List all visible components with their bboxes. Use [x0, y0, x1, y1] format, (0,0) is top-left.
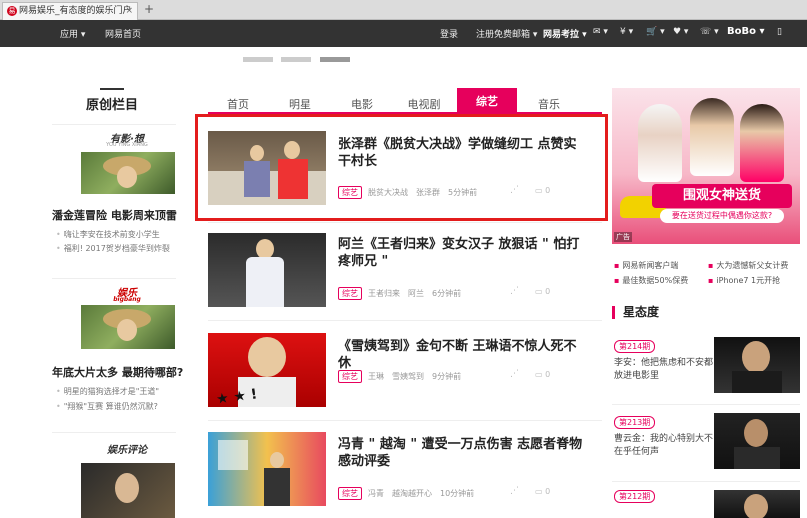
original-columns-title: 原创栏目	[85, 98, 138, 113]
column-link[interactable]: 嗨让李安在技术前变小学生	[56, 229, 160, 240]
divider	[208, 320, 602, 321]
tab-variety-active[interactable]: 综艺	[457, 88, 517, 114]
article-thumbnail[interactable]: ★ ★ !	[208, 333, 326, 407]
nav-login-link[interactable]: 登录	[440, 27, 458, 40]
netease-favicon-icon: 易	[7, 6, 17, 16]
column-thumbnail[interactable]	[81, 305, 175, 349]
article-meta: 综艺 冯青 越淘越开心 10分钟前	[338, 487, 482, 500]
divider	[52, 124, 176, 125]
close-tab-icon[interactable]: ×	[125, 3, 133, 19]
category-tabs: 首页 明星 电影 电视剧 综艺 音乐	[208, 88, 602, 114]
new-tab-button[interactable]: +	[142, 3, 156, 17]
advertisement-banner[interactable]: 围观女神送货 要在送货过程中偶遇你这款? 广告	[612, 88, 800, 244]
ad-model-image	[740, 104, 784, 182]
ad-subline: 要在送货过程中偶遇你这款?	[660, 209, 784, 223]
tab-home[interactable]: 首页	[208, 96, 268, 112]
article-thumbnail[interactable]	[208, 432, 326, 506]
meta-keyword[interactable]: 王者归来	[368, 289, 400, 298]
article-title[interactable]: 阿兰《王者归来》变女汉子 放狠话 " 怕打疼师兄 "	[338, 236, 588, 270]
top-nav-bar: 应用 ▾ 网易首页 登录 注册免费邮箱 ▾ 网易考拉 ▾ ✉ ▾ ¥ ▾ 🛒 ▾…	[0, 20, 807, 47]
meta-time: 9分钟前	[432, 372, 462, 381]
share-icon[interactable]: ⋰	[510, 369, 519, 379]
mobile-icon[interactable]: ▯	[777, 27, 782, 37]
nav-kaola-menu[interactable]: 网易考拉 ▾	[543, 27, 587, 40]
right-link[interactable]: iPhone7 1元开抢	[708, 275, 780, 286]
right-link[interactable]: 大为遗憾斩父女计费	[708, 260, 788, 271]
yen-icon[interactable]: ¥ ▾	[620, 27, 633, 37]
tab-stars[interactable]: 明星	[270, 96, 330, 112]
issue-badge: 第214期	[614, 340, 656, 353]
column-link[interactable]: "翔猴"互赛 算谁仍然沉默?	[56, 401, 158, 412]
nav-apps-menu[interactable]: 应用 ▾	[60, 27, 85, 40]
meta-keyword[interactable]: 阿兰	[408, 289, 424, 298]
meta-time: 10分钟前	[440, 489, 475, 498]
issue-badge: 第213期	[614, 416, 656, 429]
column-headline[interactable]: 潘金莲冒险 电影周来顶雷	[52, 207, 177, 223]
yule-pinglun-logo: 娱乐评论	[107, 445, 147, 456]
share-icon[interactable]: ⋰	[510, 286, 519, 296]
browser-tab[interactable]: 易 网易娱乐_有态度的娱乐门户 ×	[2, 2, 138, 20]
meta-keyword[interactable]: 越淘越开心	[392, 489, 432, 498]
nav-netease-home-link[interactable]: 网易首页	[105, 27, 141, 40]
browser-tab-bar: 易 网易娱乐_有态度的娱乐门户 × +	[0, 0, 807, 20]
comment-count[interactable]: ▭ 0	[535, 287, 550, 296]
column-thumbnail[interactable]	[81, 463, 175, 518]
nav-bobo-menu[interactable]: BoBo ▾	[727, 26, 765, 37]
divider	[612, 404, 800, 405]
column-title-line	[100, 88, 124, 90]
issue-thumbnail[interactable]	[714, 490, 800, 518]
right-link[interactable]: 网易新闻客户端	[614, 260, 678, 271]
nav-register-mail-link[interactable]: 注册免费邮箱 ▾	[476, 27, 537, 40]
cart-icon[interactable]: 🛒 ▾	[646, 27, 665, 37]
slider-dot-2[interactable]	[281, 57, 311, 62]
slider-dot-1[interactable]	[243, 57, 273, 62]
issue-thumbnail[interactable]	[714, 413, 800, 469]
issue-text[interactable]: 曹云金：我的心特别大不在乎任何声	[614, 433, 714, 459]
tab-movies[interactable]: 电影	[332, 96, 392, 112]
divider	[612, 481, 800, 482]
heart-icon[interactable]: ♥ ▾	[673, 27, 688, 37]
highlight-box	[195, 114, 608, 221]
column-thumbnail[interactable]	[81, 152, 175, 194]
article-meta: 综艺 王者归来 阿兰 6分钟前	[338, 287, 469, 300]
tab-tv-series[interactable]: 电视剧	[394, 96, 454, 112]
article-title[interactable]: 《雪姨驾到》金句不断 王琳语不惊人死不休	[338, 338, 588, 372]
article-title[interactable]: 冯青 " 越淘 " 遭受一万点伤害 志愿者脊物感动评委	[338, 436, 588, 470]
xingtaidu-section-title[interactable]: 星态度	[612, 306, 659, 319]
comment-count[interactable]: ▭ 0	[535, 487, 550, 496]
issue-badge: 第212期	[614, 490, 656, 503]
phone-icon[interactable]: ☏ ▾	[700, 27, 719, 37]
slider-dot-3-active[interactable]	[320, 57, 350, 62]
browser-tab-title: 网易娱乐_有态度的娱乐门户	[19, 6, 132, 16]
divider	[208, 222, 602, 223]
divider	[52, 278, 176, 279]
category-tag[interactable]: 综艺	[338, 287, 362, 300]
issue-thumbnail[interactable]	[714, 337, 800, 393]
divider	[52, 432, 176, 433]
article-thumbnail[interactable]	[208, 233, 326, 307]
meta-keyword[interactable]: 冯青	[368, 489, 384, 498]
column-link[interactable]: 明星的猫狗选择才是"王道"	[56, 386, 159, 397]
meta-keyword[interactable]: 雪姨驾到	[392, 372, 424, 381]
ad-model-image	[690, 98, 734, 176]
column-headline[interactable]: 年底大片太多 最期待哪部?	[52, 364, 183, 380]
article-meta: 综艺 王琳 雪姨驾到 9分钟前	[338, 370, 469, 383]
ad-model-image	[638, 104, 682, 182]
mail-icon[interactable]: ✉ ▾	[593, 27, 608, 37]
column-link[interactable]: 福利! 2017贺岁档豪华到炸裂	[56, 243, 170, 254]
meta-keyword[interactable]: 王琳	[368, 372, 384, 381]
category-tag[interactable]: 综艺	[338, 487, 362, 500]
comment-count[interactable]: ▭ 0	[535, 370, 550, 379]
tab-music[interactable]: 音乐	[519, 96, 579, 112]
right-link[interactable]: 最佳数据50%保费	[614, 275, 688, 286]
meta-time: 6分钟前	[432, 289, 462, 298]
category-tag[interactable]: 综艺	[338, 370, 362, 383]
share-icon[interactable]: ⋰	[510, 486, 519, 496]
issue-text[interactable]: 李安：他把焦虑和不安都放进电影里	[614, 357, 714, 383]
ad-headline: 围观女神送货	[652, 184, 792, 208]
divider	[208, 420, 602, 421]
ad-label: 广告	[614, 232, 632, 242]
